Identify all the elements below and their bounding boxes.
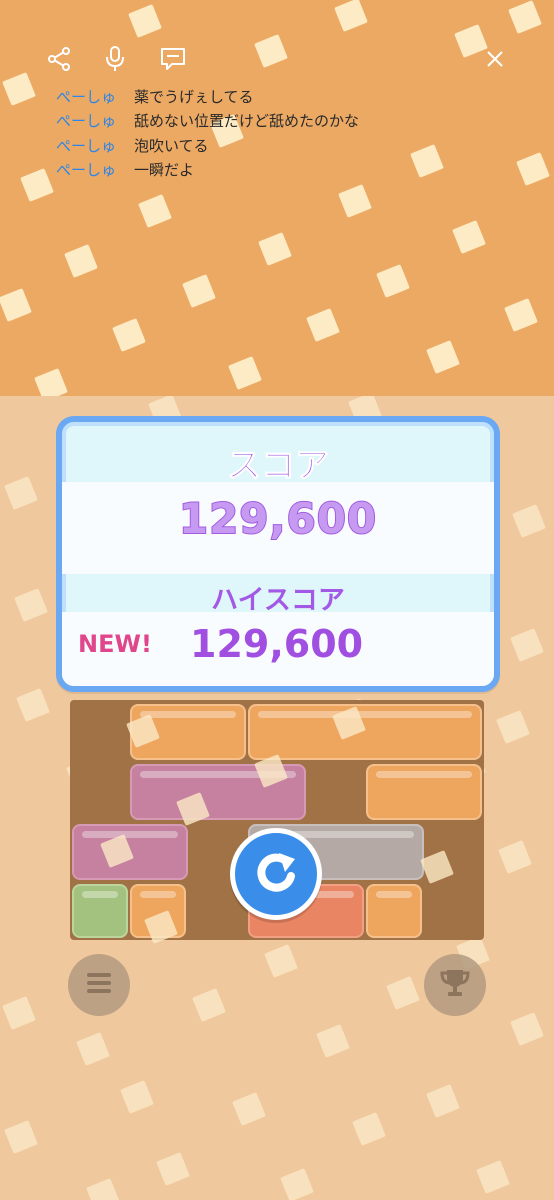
comment-user[interactable]: ぺーしゅ <box>56 86 134 107</box>
ranking-button[interactable] <box>424 954 486 1016</box>
close-icon[interactable] <box>480 44 510 74</box>
comment-user[interactable]: ぺーしゅ <box>56 110 134 131</box>
score-title: スコア <box>227 446 330 487</box>
comment-item: ぺーしゅ 一瞬だよ <box>56 158 476 183</box>
block-orange[interactable] <box>366 884 422 938</box>
comment-user[interactable]: ぺーしゅ <box>56 159 134 180</box>
comment-user[interactable]: ぺーしゅ <box>56 135 134 156</box>
score-panel: スコア 129,600 ハイスコア NEW! 129,600 <box>56 416 500 692</box>
trophy-icon <box>437 965 473 1005</box>
comment-text: 泡吹いてる <box>134 136 209 155</box>
comment-item: ぺーしゅ 薬でうげぇしてる <box>56 84 476 109</box>
menu-button[interactable] <box>68 954 130 1016</box>
comment-text: 一瞬だよ <box>134 161 195 180</box>
score-value: 129,600 <box>178 493 378 544</box>
comment-text: 薬でうげぇしてる <box>134 87 254 106</box>
comment-list: ぺーしゅ 薬でうげぇしてる ぺーしゅ 舐めない位置だけど舐めたのかな ぺーしゅ … <box>56 84 476 182</box>
high-score-value: 129,600 <box>190 622 364 666</box>
comment-item: ぺーしゅ 泡吹いてる <box>56 133 476 158</box>
comment-text: 舐めない位置だけど舐めたのかな <box>134 112 360 131</box>
menu-icon <box>84 970 114 1000</box>
new-record-badge: NEW! <box>78 630 152 658</box>
block-orange[interactable] <box>366 764 482 820</box>
comment-item: ぺーしゅ 舐めない位置だけど舐めたのかな <box>56 109 476 134</box>
chat-icon[interactable] <box>158 44 188 74</box>
block-orange[interactable] <box>248 704 482 760</box>
share-icon[interactable] <box>44 44 74 74</box>
top-background <box>0 0 554 396</box>
retry-button[interactable] <box>230 828 322 920</box>
retry-icon <box>249 845 303 903</box>
microphone-icon[interactable] <box>100 44 130 74</box>
block-green[interactable] <box>72 884 128 938</box>
high-score-title: ハイスコア <box>211 585 345 616</box>
